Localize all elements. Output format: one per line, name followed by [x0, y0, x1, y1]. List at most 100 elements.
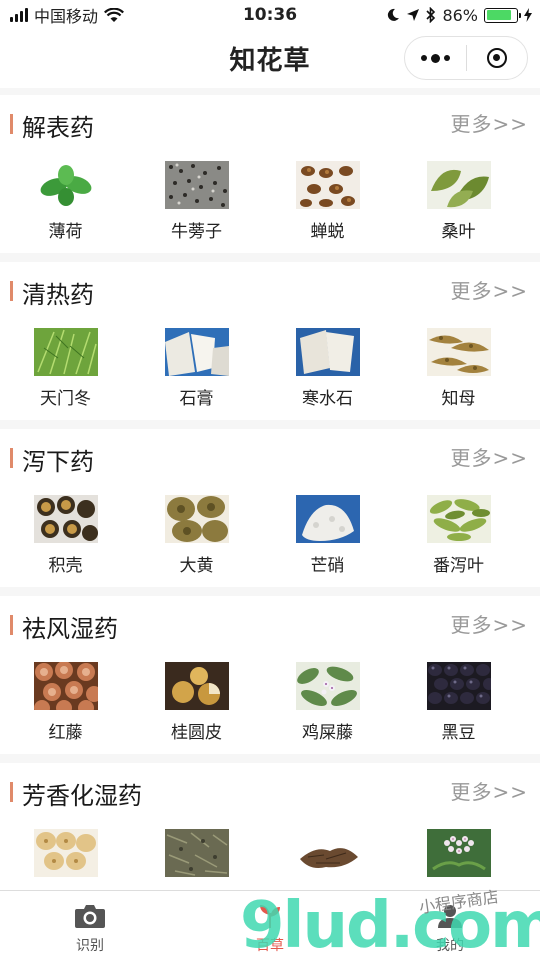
camera-icon — [75, 905, 105, 928]
more-menu-button[interactable] — [405, 37, 466, 79]
more-link[interactable]: 更多>> — [450, 609, 528, 638]
section-accent-bar — [10, 114, 13, 134]
herb-label: 大黄 — [179, 556, 214, 576]
moon-icon — [388, 8, 400, 21]
herb-item[interactable] — [393, 829, 524, 885]
mulberry-leaf-image — [426, 161, 491, 209]
herb-item[interactable]: 红藤 — [0, 662, 131, 743]
section-header: 芳香化湿药 更多>> — [0, 763, 540, 817]
herb-label: 寒水石 — [302, 389, 353, 409]
black-bean-image — [426, 662, 491, 710]
more-link[interactable]: 更多>> — [450, 776, 528, 805]
more-link[interactable]: 更多>> — [450, 275, 528, 304]
herb-item[interactable] — [131, 829, 262, 885]
herb-label: 薄荷 — [48, 222, 83, 242]
herb-icon — [260, 905, 280, 928]
section-title: 泻下药 — [22, 448, 94, 476]
asparagus-image — [33, 328, 98, 376]
category-section: 清热药 更多>> 天门冬 石膏 寒水石 知母 — [0, 262, 540, 420]
section-header: 泻下药 更多>> — [0, 429, 540, 483]
herb-label: 知母 — [441, 389, 476, 409]
nut-image — [33, 829, 98, 877]
herb-category-list: 解表药 更多>> 薄荷 牛蒡子 蝉蜕 桑叶 清热药 更多>> 天门冬 石膏 寒水… — [0, 95, 540, 930]
rhubarb-image — [164, 495, 229, 543]
longan-peel-image — [164, 662, 229, 710]
herb-item[interactable]: 寒水石 — [262, 328, 393, 409]
category-section: 解表药 更多>> 薄荷 牛蒡子 蝉蜕 桑叶 — [0, 95, 540, 253]
more-dots-icon — [420, 53, 450, 63]
herb-label: 番泻叶 — [433, 556, 484, 576]
section-accent-bar — [10, 448, 13, 468]
calcite-image — [295, 328, 360, 376]
herb-item[interactable]: 薄荷 — [0, 161, 131, 242]
bitter-orange-image — [33, 495, 98, 543]
herb-item[interactable]: 天门冬 — [0, 328, 131, 409]
mint-leaf-image — [33, 161, 98, 209]
tab-label: 我的 — [436, 938, 464, 954]
section-accent-bar — [10, 615, 13, 635]
carrier-name: 中国移动 — [34, 7, 99, 26]
herb-item[interactable] — [0, 829, 131, 885]
herb-label: 红藤 — [48, 723, 83, 743]
tab-label: 识别 — [76, 938, 104, 954]
section-title: 祛风湿药 — [22, 615, 118, 643]
more-link[interactable]: 更多>> — [450, 442, 528, 471]
herb-item[interactable]: 积壳 — [0, 495, 131, 576]
herb-item[interactable]: 番泻叶 — [393, 495, 524, 576]
status-left: 中国移动 — [10, 3, 124, 27]
section-header: 祛风湿药 更多>> — [0, 596, 540, 650]
tab-profile[interactable]: 我的 — [360, 891, 540, 961]
charging-icon — [524, 8, 532, 22]
paederia-image — [295, 662, 360, 710]
section-header: 清热药 更多>> — [0, 262, 540, 316]
sargentodoxa-image — [33, 662, 98, 710]
tab-label: 百草 — [256, 938, 284, 954]
bark-pile-image — [295, 829, 360, 877]
herb-label: 黑豆 — [441, 723, 476, 743]
herb-item[interactable] — [262, 829, 393, 885]
section-accent-bar — [10, 782, 13, 802]
target-close-icon — [486, 48, 507, 68]
bluetooth-icon — [426, 7, 436, 23]
battery-fill — [486, 10, 512, 20]
section-header: 解表药 更多>> — [0, 95, 540, 149]
herb-label: 鸡屎藤 — [302, 723, 353, 743]
herb-label: 芒硝 — [310, 556, 345, 576]
herb-label: 蝉蜕 — [310, 222, 345, 242]
wifi-icon — [104, 7, 124, 22]
herb-item[interactable]: 蝉蜕 — [262, 161, 393, 242]
more-link[interactable]: 更多>> — [450, 108, 528, 137]
section-accent-bar — [10, 281, 13, 301]
herb-item[interactable]: 桑叶 — [393, 161, 524, 242]
herb-label: 石膏 — [179, 389, 214, 409]
herb-item[interactable]: 大黄 — [131, 495, 262, 576]
herb-label: 积壳 — [48, 556, 83, 576]
tab-recognize[interactable]: 识别 — [0, 891, 180, 961]
cicada-slough-image — [295, 161, 360, 209]
nav-bar: 知花草 — [0, 30, 540, 88]
senna-leaf-image — [426, 495, 491, 543]
herb-item[interactable]: 石膏 — [131, 328, 262, 409]
herb-item[interactable]: 黑豆 — [393, 662, 524, 743]
battery-icon — [484, 7, 521, 23]
herb-item[interactable]: 桂圆皮 — [131, 662, 262, 743]
miniprogram-capsule — [404, 36, 528, 80]
herb-item[interactable]: 牛蒡子 — [131, 161, 262, 242]
section-title: 清热药 — [22, 281, 94, 309]
battery-percent: 86% — [442, 5, 478, 25]
section-title: 解表药 — [22, 114, 94, 142]
herb-item[interactable]: 鸡屎藤 — [262, 662, 393, 743]
herb-label: 天门冬 — [40, 389, 91, 409]
burdock-seed-image — [164, 161, 229, 209]
mirabilite-image — [295, 495, 360, 543]
herb-item[interactable]: 知母 — [393, 328, 524, 409]
anemarrhena-image — [426, 328, 491, 376]
herb-label: 牛蒡子 — [171, 222, 222, 242]
tab-bar: 识别 百草 我的 — [0, 890, 540, 961]
herb-label: 桂圆皮 — [171, 723, 222, 743]
close-miniprogram-button[interactable] — [467, 37, 528, 79]
herb-item[interactable]: 芒硝 — [262, 495, 393, 576]
profile-icon — [438, 905, 462, 928]
tab-herbs[interactable]: 百草 — [180, 891, 360, 961]
location-arrow-icon — [407, 9, 420, 21]
